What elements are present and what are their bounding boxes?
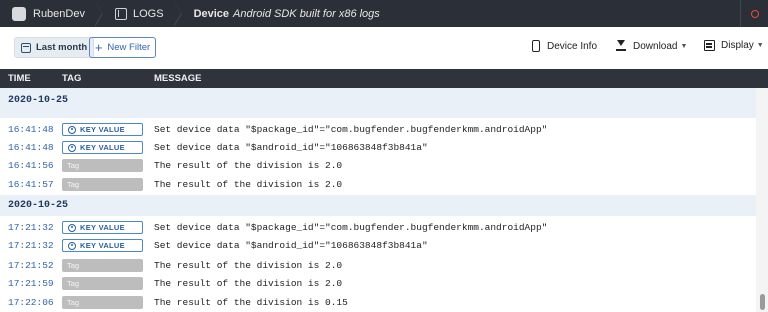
log-time: 17:21:52 [8, 260, 54, 271]
app-name: RubenDev [33, 7, 85, 20]
log-message: The result of the division is 2.0 [154, 179, 343, 190]
key-value-icon [68, 125, 76, 134]
table-row[interactable]: 17:21:32 KEY VALUE Set device data "$and… [0, 236, 756, 254]
log-time: 17:21:59 [8, 278, 54, 289]
status-indicator[interactable] [740, 0, 768, 27]
new-filter-label: New Filter [107, 42, 151, 53]
log-time: 16:41:48 [8, 124, 54, 135]
log-time: 16:41:48 [8, 142, 54, 153]
tag-badge: Tag [62, 259, 143, 272]
device-name: Android SDK built for x86 logs [233, 7, 380, 20]
table-row[interactable]: 17:22:06 Tag The result of the division … [0, 293, 756, 311]
breadcrumb-app[interactable]: RubenDev [0, 0, 95, 27]
log-message: Set device data "$android_id"="106863848… [154, 142, 428, 153]
download-icon [616, 40, 626, 52]
table-row[interactable]: 16:41:57 Tag The result of the division … [0, 175, 756, 193]
caret-down-icon: ▼ [756, 42, 764, 49]
log-message: Set device data "$android_id"="106863848… [154, 240, 428, 251]
log-message: The result of the division is 0.15 [154, 297, 348, 308]
tag-label: KEY VALUE [80, 223, 125, 232]
date-group-header: 2020-10-25 [0, 195, 756, 216]
download-button[interactable]: Download ▼ [616, 40, 687, 52]
top-nav: RubenDev LOGS Device Android SDK built f… [0, 0, 768, 27]
display-label: Display [721, 40, 754, 51]
tag-badge: KEY VALUE [62, 141, 143, 154]
log-message: The result of the division is 2.0 [154, 278, 343, 289]
tag-badge: Tag [62, 296, 143, 309]
new-filter-button[interactable]: + New Filter [89, 37, 156, 58]
log-message: The result of the division is 2.0 [154, 260, 343, 271]
table-row[interactable]: 16:41:56 Tag The result of the division … [0, 156, 756, 174]
logs-icon [114, 7, 127, 20]
tag-label: KEY VALUE [80, 143, 125, 152]
table-row[interactable]: 16:41:48 KEY VALUE Set device data "$pac… [0, 120, 756, 138]
column-tag: TAG [62, 73, 82, 84]
scrollbar-thumb[interactable] [760, 294, 765, 310]
tag-badge: KEY VALUE [62, 123, 143, 136]
date-group-header: 2020-10-25 [0, 88, 756, 118]
table-row[interactable]: 17:21:59 Tag The result of the division … [0, 274, 756, 292]
display-button[interactable]: Display ▼ [704, 40, 764, 51]
log-time: 16:41:57 [8, 179, 54, 190]
log-list: 2020-10-25 16:41:48 KEY VALUE Set device… [0, 88, 768, 312]
vertical-scrollbar[interactable] [756, 88, 768, 312]
log-time: 17:22:06 [8, 297, 54, 308]
plus-icon: + [94, 39, 103, 55]
calendar-icon [21, 42, 31, 53]
log-time: 17:21:32 [8, 222, 54, 233]
log-time: 16:41:56 [8, 160, 54, 171]
group-date: 2020-10-25 [8, 95, 69, 106]
device-label: Device [193, 7, 230, 20]
log-message: Set device data "$package_id"="com.bugfe… [154, 222, 548, 233]
tag-label: KEY VALUE [80, 125, 125, 134]
status-dot-icon [750, 9, 759, 18]
display-icon [704, 40, 715, 51]
table-row[interactable]: 17:21:32 KEY VALUE Set device data "$pac… [0, 218, 756, 236]
log-message: The result of the division is 2.0 [154, 160, 343, 171]
device-info-button[interactable]: Device Info [532, 40, 597, 52]
table-header: TIME TAG MESSAGE [0, 69, 768, 88]
download-label: Download [633, 40, 678, 52]
tag-label: KEY VALUE [80, 241, 125, 250]
table-row[interactable]: 17:21:52 Tag The result of the division … [0, 256, 756, 274]
tag-badge: Tag [62, 178, 143, 191]
column-time: TIME [8, 73, 31, 84]
key-value-icon [68, 143, 76, 152]
tag-badge: Tag [62, 159, 143, 172]
date-range-label: Last month [36, 42, 88, 53]
date-range-button[interactable]: Last month [14, 37, 95, 58]
tag-badge: Tag [62, 277, 143, 290]
device-info-label: Device Info [547, 40, 598, 52]
key-value-icon [68, 223, 76, 232]
group-date: 2020-10-25 [8, 200, 69, 211]
log-message: Set device data "$package_id"="com.bugfe… [154, 124, 548, 135]
log-time: 17:21:32 [8, 240, 54, 251]
logs-label: LOGS [132, 7, 164, 20]
app-logo-icon [12, 6, 26, 21]
toolbar: Last month + New Filter Device Info Down… [0, 27, 768, 69]
caret-down-icon: ▼ [680, 42, 688, 50]
breadcrumb-separator [172, 0, 182, 27]
tag-badge: KEY VALUE [62, 221, 143, 234]
column-message: MESSAGE [154, 73, 202, 84]
breadcrumb-device: Device Android SDK built for x86 logs [182, 0, 390, 27]
breadcrumb-separator [93, 0, 103, 27]
tag-badge: KEY VALUE [62, 239, 143, 252]
breadcrumb-logs[interactable]: LOGS [103, 0, 174, 27]
key-value-icon [68, 241, 76, 250]
phone-icon [532, 40, 540, 52]
table-row[interactable]: 16:41:48 KEY VALUE Set device data "$and… [0, 138, 756, 156]
